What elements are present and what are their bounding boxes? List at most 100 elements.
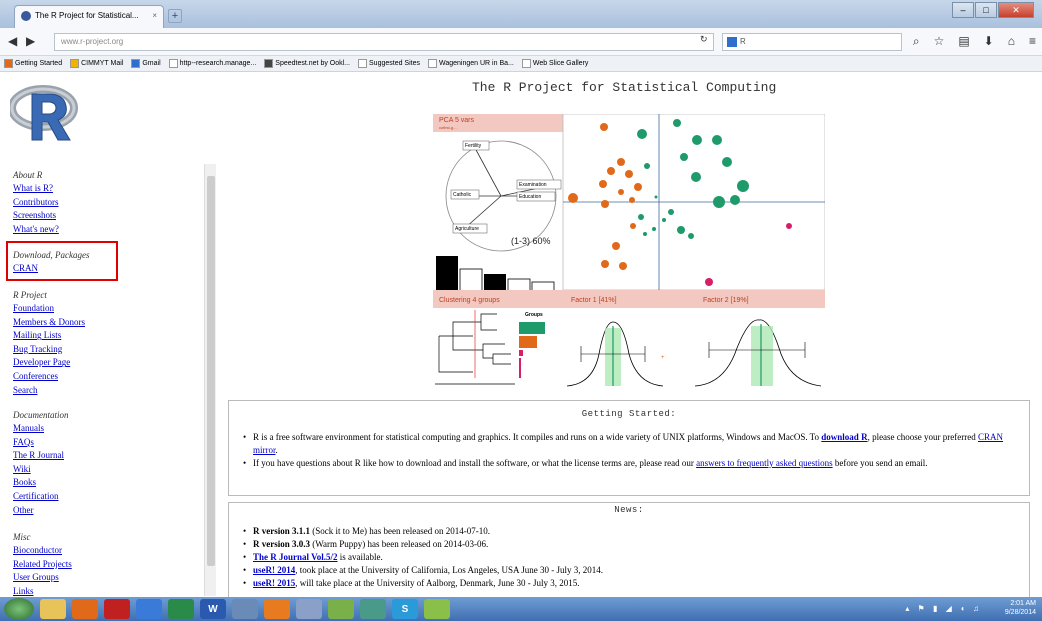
clock-date: 9/28/2014 bbox=[1004, 609, 1036, 616]
link-developer-page[interactable]: Developer Page bbox=[13, 356, 85, 370]
documentation-group: Documentation Manuals FAQs The R Journal… bbox=[13, 410, 69, 517]
start-button[interactable] bbox=[4, 598, 34, 620]
r-journal-news-link[interactable]: The R Journal Vol.5/2 bbox=[253, 552, 338, 562]
link-screenshots[interactable]: Screenshots bbox=[13, 209, 59, 223]
app-icon[interactable] bbox=[232, 599, 258, 619]
system-clock[interactable]: 2:01 AM 9/28/2014 bbox=[1005, 599, 1036, 617]
link-related-projects[interactable]: Related Projects bbox=[13, 558, 72, 572]
link-conferences[interactable]: Conferences bbox=[13, 370, 85, 384]
back-icon[interactable]: ◀ bbox=[8, 34, 17, 48]
firefox-icon bbox=[4, 59, 13, 68]
app-icon[interactable] bbox=[296, 599, 322, 619]
link-other[interactable]: Other bbox=[13, 504, 69, 518]
user-2015-link[interactable]: useR! 2015 bbox=[253, 578, 295, 588]
svg-text:+: + bbox=[661, 355, 665, 361]
news-item: R version 3.1.1 (Sock it to Me) has been… bbox=[243, 525, 1029, 538]
link-members-donors[interactable]: Members & Donors bbox=[13, 316, 85, 330]
link-r-journal[interactable]: The R Journal bbox=[13, 449, 69, 463]
clustering-label: Clustering 4 groups bbox=[439, 297, 500, 304]
news-item: R version 3.0.3 (Warm Puppy) has been re… bbox=[243, 538, 1029, 551]
menu-icon[interactable]: ≡ bbox=[1029, 34, 1036, 49]
minimize-button[interactable]: – bbox=[952, 2, 974, 18]
link-what-is-r[interactable]: What is R? bbox=[13, 182, 59, 196]
library-icon[interactable]: ▤ bbox=[958, 34, 969, 49]
download-icon[interactable]: ⬇ bbox=[984, 34, 994, 49]
bookmark-item[interactable]: Suggested Sites bbox=[358, 59, 420, 68]
bookmark-item[interactable]: Web Slice Gallery bbox=[521, 59, 588, 68]
var-label: Education bbox=[519, 194, 541, 200]
window-controls: – □ ✕ bbox=[952, 2, 1034, 18]
excel-icon[interactable] bbox=[168, 599, 194, 619]
factor2-label: Factor 2 [19%] bbox=[703, 297, 749, 304]
bookmark-item[interactable]: CIMMYT Mail bbox=[70, 59, 123, 68]
download-r-link[interactable]: download R bbox=[821, 432, 867, 442]
link-foundation[interactable]: Foundation bbox=[13, 302, 85, 316]
user-2014-link[interactable]: useR! 2014 bbox=[253, 565, 295, 575]
var-label: Fertility bbox=[465, 143, 482, 149]
getting-started-heading: Getting Started: bbox=[581, 409, 677, 419]
forward-icon[interactable]: ▶ bbox=[26, 34, 35, 48]
bookmark-star-icon[interactable]: ☆ bbox=[934, 34, 945, 49]
close-window-button[interactable]: ✕ bbox=[998, 2, 1034, 18]
factor1-label: Factor 1 [41%] bbox=[571, 297, 617, 304]
app-icon[interactable] bbox=[424, 599, 450, 619]
internet-explorer-icon[interactable] bbox=[136, 599, 162, 619]
link-bug-tracking[interactable]: Bug Tracking bbox=[13, 343, 85, 357]
link-wiki[interactable]: Wiki bbox=[13, 463, 69, 477]
new-tab-button[interactable]: + bbox=[168, 9, 182, 23]
getting-started-box: Getting Started: R is a free software en… bbox=[228, 400, 1030, 496]
r-graphics-showcase-image: PCA 5 vars cofirst-g... Fertility Examin… bbox=[433, 114, 825, 387]
page-content: About R What is R? Contributors Screensh… bbox=[0, 72, 1042, 597]
firefox-icon[interactable] bbox=[264, 599, 290, 619]
link-search[interactable]: Search bbox=[13, 384, 85, 398]
address-bar[interactable]: www.r-project.org bbox=[54, 33, 714, 51]
link-mailing-lists[interactable]: Mailing Lists bbox=[13, 329, 85, 343]
reload-icon[interactable]: ↻ bbox=[700, 34, 708, 45]
link-links[interactable]: Links bbox=[13, 585, 72, 597]
misc-heading: Misc bbox=[13, 532, 31, 542]
link-contributors[interactable]: Contributors bbox=[13, 196, 59, 210]
scrollbar-thumb[interactable] bbox=[207, 176, 215, 566]
app-icon[interactable] bbox=[328, 599, 354, 619]
news-box: News: R version 3.1.1 (Sock it to Me) ha… bbox=[228, 502, 1030, 597]
link-manuals[interactable]: Manuals bbox=[13, 422, 69, 436]
app-icon[interactable] bbox=[360, 599, 386, 619]
link-certification[interactable]: Certification bbox=[13, 490, 69, 504]
bookmark-item[interactable]: Speedtest.net by Ookl... bbox=[264, 59, 350, 68]
app-icon[interactable] bbox=[104, 599, 130, 619]
system-tray-icons[interactable]: ▴ ⚑ ▮ ◢ ◖ ♫ bbox=[905, 604, 982, 613]
tab-close-icon[interactable]: × bbox=[152, 11, 157, 20]
bookmark-item[interactable]: Wageningen UR in Ba... bbox=[428, 59, 514, 68]
home-icon[interactable]: ⌂ bbox=[1008, 34, 1015, 49]
faq-link[interactable]: answers to frequently asked questions bbox=[696, 458, 832, 468]
browser-tab[interactable]: The R Project for Statistical... × bbox=[14, 5, 164, 28]
search-icon[interactable]: ⌕ bbox=[913, 34, 920, 49]
link-whats-new[interactable]: What's new? bbox=[13, 223, 59, 237]
link-books[interactable]: Books bbox=[13, 476, 69, 490]
mail-icon bbox=[70, 59, 80, 68]
skype-icon[interactable]: S bbox=[392, 599, 418, 619]
search-input[interactable]: R bbox=[722, 33, 902, 51]
var-label: Examination bbox=[519, 182, 547, 188]
news-item: useR! 2014, took place at the University… bbox=[243, 564, 1029, 577]
word-icon[interactable]: W bbox=[200, 599, 226, 619]
getting-started-item-2: If you have questions about R like how t… bbox=[243, 457, 1029, 470]
maximize-button[interactable]: □ bbox=[975, 2, 997, 18]
media-player-icon[interactable] bbox=[72, 599, 98, 619]
r-project-group: R Project Foundation Members & Donors Ma… bbox=[13, 290, 85, 397]
link-faqs[interactable]: FAQs bbox=[13, 436, 69, 450]
about-r-group: About R What is R? Contributors Screensh… bbox=[13, 170, 59, 236]
bookmark-item[interactable]: http--research.manage... bbox=[168, 59, 256, 68]
sidebar: About R What is R? Contributors Screensh… bbox=[0, 72, 205, 597]
link-user-groups[interactable]: User Groups bbox=[13, 571, 72, 585]
bookmark-item[interactable]: Gmail bbox=[131, 59, 161, 68]
bookmark-item[interactable]: Getting Started bbox=[4, 59, 62, 68]
explorer-icon[interactable] bbox=[40, 599, 66, 619]
sidebar-scrollbar[interactable] bbox=[204, 164, 216, 596]
pca-sublabel: cofirst-g... bbox=[439, 125, 457, 130]
news-heading: News: bbox=[614, 505, 644, 515]
about-r-heading: About R bbox=[13, 170, 43, 180]
link-bioconductor[interactable]: Bioconductor bbox=[13, 544, 72, 558]
clock-time: 2:01 AM bbox=[1010, 600, 1036, 607]
page-icon bbox=[168, 59, 178, 68]
